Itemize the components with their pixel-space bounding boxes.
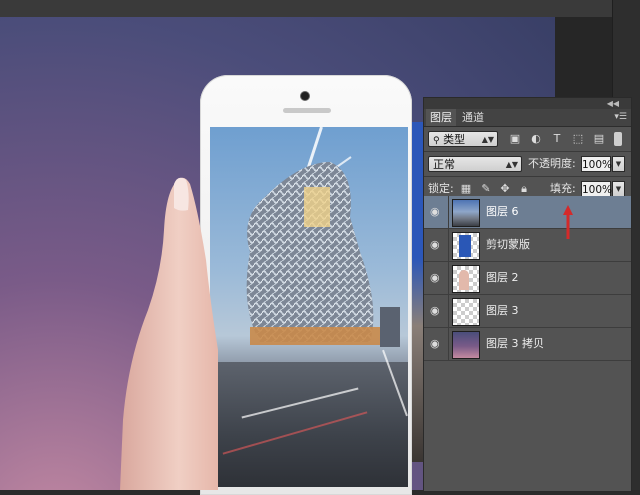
divider xyxy=(448,295,449,327)
hand-illustration xyxy=(120,177,218,490)
filter-toggle-switch[interactable] xyxy=(614,132,622,146)
layer-list: ◉ 图层 6 ◉ 剪切蒙版 ◉ 图层 2 ◉ 图层 3 ◉ 图层 3 拷贝 xyxy=(424,196,631,361)
layer-thumbnail xyxy=(452,331,480,359)
filter-row: ⚲ 类型 ▲▼ ▣ ◐ T ⬚ ▤ xyxy=(424,127,631,151)
divider xyxy=(448,229,449,261)
blend-row: 正常 ▲▼ 不透明度: 100% ▼ xyxy=(424,152,631,176)
chevron-down-icon: ▲▼ xyxy=(505,160,518,169)
divider xyxy=(448,262,449,294)
panel-tabs: 图层 通道 ▾☰ xyxy=(424,109,631,127)
layer-thumbnail xyxy=(452,265,480,293)
layer-thumbnail xyxy=(452,232,480,260)
layer-name: 图层 6 xyxy=(486,205,519,218)
phone-mockup xyxy=(200,75,412,495)
layer-name: 图层 3 拷贝 xyxy=(486,337,544,350)
panel-menu-icon[interactable]: ▾☰ xyxy=(614,109,627,126)
layer-name: 图层 3 xyxy=(486,304,519,317)
opacity-slider-button[interactable]: ▼ xyxy=(612,156,625,172)
filter-label: 类型 xyxy=(443,133,466,146)
opacity-label: 不透明度: xyxy=(528,157,576,170)
phone-speaker xyxy=(283,108,331,113)
tab-layers[interactable]: 图层 xyxy=(426,109,456,126)
image-filter-icon[interactable]: ▣ xyxy=(509,133,521,145)
shape-filter-icon[interactable]: ⬚ xyxy=(572,133,584,145)
search-icon: ⚲ xyxy=(433,136,440,146)
lock-move-icon[interactable]: ✥ xyxy=(499,183,511,195)
building-illustration xyxy=(246,162,400,347)
fill-slider-button[interactable]: ▼ xyxy=(612,181,625,197)
eye-icon[interactable]: ◉ xyxy=(430,305,444,317)
layer-row[interactable]: ◉ 图层 6 xyxy=(424,196,631,229)
eye-icon[interactable]: ◉ xyxy=(430,338,444,350)
tab-channels[interactable]: 通道 xyxy=(458,109,488,126)
layer-filter-dropdown[interactable]: ⚲ 类型 ▲▼ xyxy=(428,131,498,147)
opacity-field[interactable]: 100% xyxy=(581,156,612,172)
divider xyxy=(448,196,449,228)
road-light-trail xyxy=(241,387,359,419)
workspace: ◀◀ 图层 通道 ▾☰ ⚲ 类型 ▲▼ ▣ ◐ T ⬚ ▤ 正常 ▲▼ 不透明度… xyxy=(0,0,640,495)
lock-transparent-icon[interactable]: ▦ xyxy=(460,183,472,195)
layer-row[interactable]: ◉ 剪切蒙版 xyxy=(424,229,631,262)
blend-mode-label: 正常 xyxy=(433,158,455,171)
layer-thumbnail xyxy=(452,199,480,227)
panel-title-strip: ◀◀ xyxy=(424,98,631,109)
layer-row[interactable]: ◉ 图层 3 xyxy=(424,295,631,328)
phone-camera xyxy=(300,91,310,101)
collapse-icon[interactable]: ◀◀ xyxy=(607,98,619,109)
lock-paint-icon[interactable]: ✎ xyxy=(480,183,492,195)
eye-icon[interactable]: ◉ xyxy=(430,239,444,251)
chevron-down-icon: ▲▼ xyxy=(481,135,494,144)
eye-icon[interactable]: ◉ xyxy=(430,206,444,218)
road-marking xyxy=(382,349,408,417)
lock-label: 锁定: xyxy=(428,182,454,195)
smart-object-filter-icon[interactable]: ▤ xyxy=(593,133,605,145)
document-tab-bar xyxy=(0,0,640,18)
layer-name: 剪切蒙版 xyxy=(486,238,530,251)
divider xyxy=(448,328,449,360)
fill-label: 填充: xyxy=(550,182,576,195)
text-filter-icon[interactable]: T xyxy=(551,133,563,145)
layer-row[interactable]: ◉ 图层 3 拷贝 xyxy=(424,328,631,361)
layers-panel: ◀◀ 图层 通道 ▾☰ ⚲ 类型 ▲▼ ▣ ◐ T ⬚ ▤ 正常 ▲▼ 不透明度… xyxy=(423,97,632,492)
adjustment-filter-icon[interactable]: ◐ xyxy=(530,133,542,145)
phone-screen-photo xyxy=(210,127,408,487)
blend-mode-dropdown[interactable]: 正常 ▲▼ xyxy=(428,156,522,172)
annotation-arrow-icon xyxy=(563,205,573,239)
fill-field[interactable]: 100% xyxy=(581,181,612,197)
layer-thumbnail xyxy=(452,298,480,326)
layer-row[interactable]: ◉ 图层 2 xyxy=(424,262,631,295)
road xyxy=(210,349,408,487)
lock-all-icon[interactable]: 🔒︎ xyxy=(518,183,530,195)
layer-name: 图层 2 xyxy=(486,271,519,284)
eye-icon[interactable]: ◉ xyxy=(430,272,444,284)
